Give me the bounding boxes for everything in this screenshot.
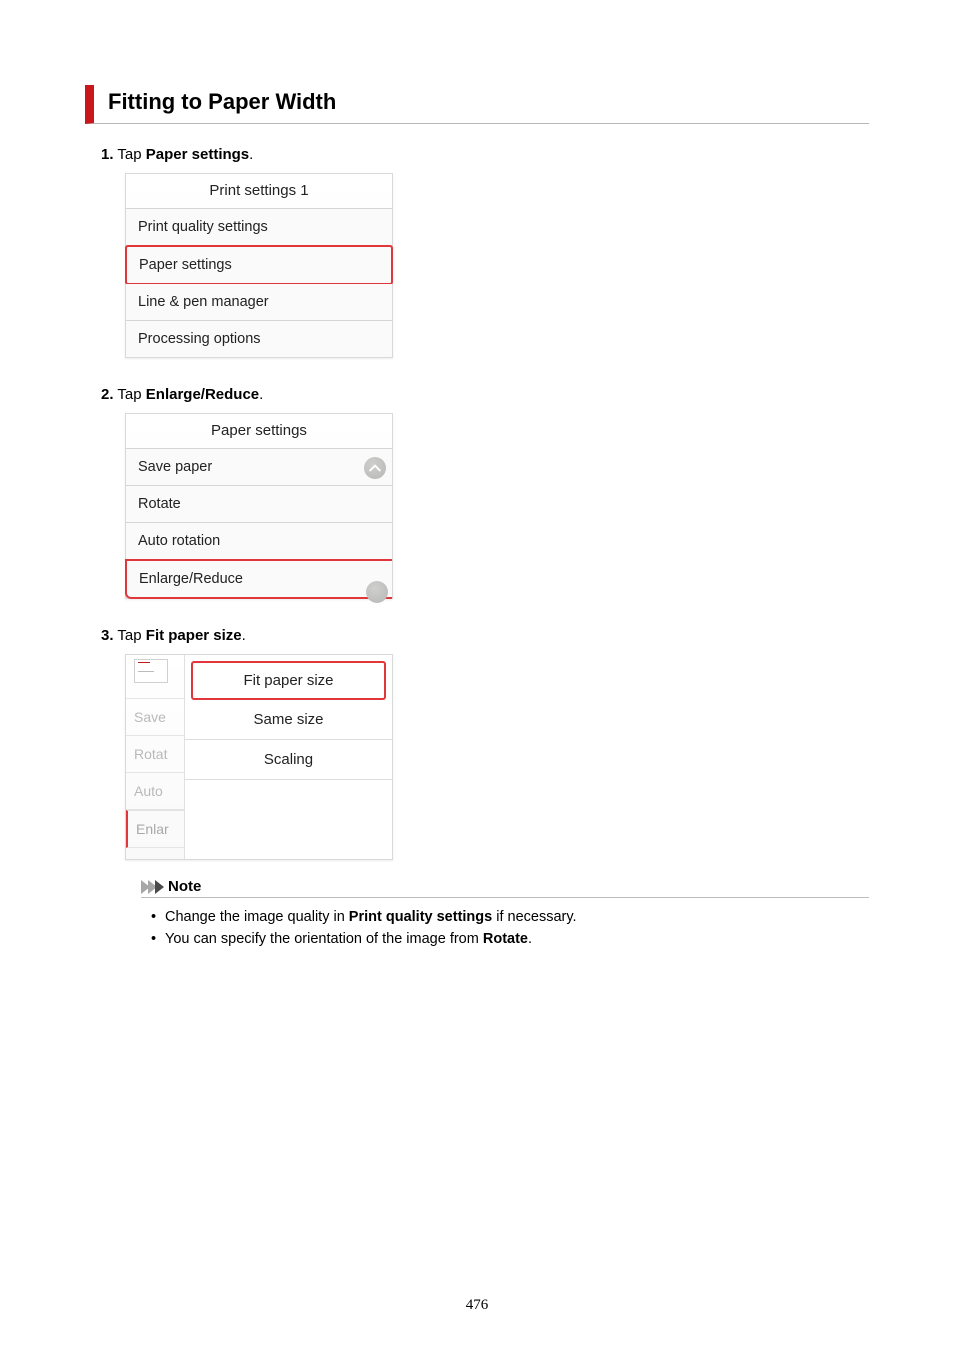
row-rotate[interactable]: Rotate bbox=[126, 486, 392, 523]
step-2-text: 2. Tap Enlarge/Reduce. bbox=[101, 386, 869, 403]
page-number: 476 bbox=[0, 1297, 954, 1314]
step-3: 3. Tap Fit paper size. Save Rotat Auto E… bbox=[101, 627, 869, 951]
under-enlarge: Enlar bbox=[126, 810, 184, 848]
row-enlarge-reduce[interactable]: Enlarge/Reduce bbox=[125, 559, 392, 599]
section-title-bar: Fitting to Paper Width bbox=[85, 85, 869, 124]
popup-fit-paper-size[interactable]: Fit paper size bbox=[191, 661, 386, 700]
step-3-post: . bbox=[242, 627, 246, 644]
row-paper-settings[interactable]: Paper settings bbox=[125, 245, 393, 285]
screenshot2-header: Paper settings bbox=[126, 414, 392, 449]
note-item-1: Change the image quality in Print qualit… bbox=[151, 906, 869, 928]
step-1: 1. Tap Paper settings. Print settings 1 … bbox=[101, 146, 869, 358]
step-1-post: . bbox=[249, 146, 253, 163]
row-processing-options[interactable]: Processing options bbox=[126, 321, 392, 357]
note-2-post: . bbox=[528, 931, 532, 947]
note-header: Note bbox=[141, 878, 869, 898]
note-chevrons-icon bbox=[141, 880, 162, 894]
screenshot-paper-settings: Paper settings Save paper Rotate Auto ro… bbox=[125, 413, 393, 599]
under-thumb bbox=[126, 655, 184, 699]
chevron-icon bbox=[155, 880, 164, 894]
step-2: 2. Tap Enlarge/Reduce. Paper settings Sa… bbox=[101, 386, 869, 599]
step-1-pre: Tap bbox=[117, 146, 145, 163]
step-1-text: 1. Tap Paper settings. bbox=[101, 146, 869, 163]
under-save: Save bbox=[126, 699, 184, 736]
step-2-number: 2. bbox=[101, 386, 114, 403]
note-title: Note bbox=[168, 878, 201, 895]
step-3-bold: Fit paper size bbox=[146, 627, 242, 644]
step-1-number: 1. bbox=[101, 146, 114, 163]
row-save-paper-label: Save paper bbox=[138, 459, 212, 475]
popup-scaling[interactable]: Scaling bbox=[185, 740, 392, 780]
step-2-pre: Tap bbox=[117, 386, 145, 403]
scroll-up-icon[interactable] bbox=[364, 457, 386, 479]
step-3-number: 3. bbox=[101, 627, 114, 644]
note-list: Change the image quality in Print qualit… bbox=[151, 906, 869, 951]
row-enlarge-reduce-label: Enlarge/Reduce bbox=[139, 571, 243, 587]
step-3-pre: Tap bbox=[117, 627, 145, 644]
note-2-pre: You can specify the orientation of the i… bbox=[165, 931, 483, 947]
row-auto-rotation[interactable]: Auto rotation bbox=[126, 523, 392, 560]
screenshot3-underlay: Save Rotat Auto Enlar bbox=[126, 655, 184, 859]
note-1-bold: Print quality settings bbox=[349, 909, 492, 925]
step-1-bold: Paper settings bbox=[146, 146, 249, 163]
row-save-paper[interactable]: Save paper bbox=[126, 449, 392, 486]
under-auto: Auto bbox=[126, 773, 184, 810]
row-print-quality-settings[interactable]: Print quality settings bbox=[126, 209, 392, 246]
step-2-post: . bbox=[259, 386, 263, 403]
note-2-bold: Rotate bbox=[483, 931, 528, 947]
thumbnail-icon bbox=[134, 659, 168, 683]
step-3-text: 3. Tap Fit paper size. bbox=[101, 627, 869, 644]
under-rotate: Rotat bbox=[126, 736, 184, 773]
note-item-2: You can specify the orientation of the i… bbox=[151, 928, 869, 950]
note-block: Note Change the image quality in Print q… bbox=[141, 878, 869, 951]
scroll-down-icon[interactable] bbox=[366, 581, 388, 603]
section-title: Fitting to Paper Width bbox=[108, 89, 869, 115]
note-1-post: if necessary. bbox=[492, 909, 576, 925]
screenshot-print-settings-1: Print settings 1 Print quality settings … bbox=[125, 173, 393, 358]
screenshot-fit-paper-size: Save Rotat Auto Enlar Fit paper size Sam… bbox=[125, 654, 393, 860]
screenshot1-header: Print settings 1 bbox=[126, 174, 392, 209]
popup-same-size[interactable]: Same size bbox=[185, 700, 392, 740]
note-1-pre: Change the image quality in bbox=[165, 909, 349, 925]
popup-menu: Fit paper size Same size Scaling bbox=[184, 655, 392, 859]
step-2-bold: Enlarge/Reduce bbox=[146, 386, 259, 403]
row-line-pen-manager[interactable]: Line & pen manager bbox=[126, 284, 392, 321]
